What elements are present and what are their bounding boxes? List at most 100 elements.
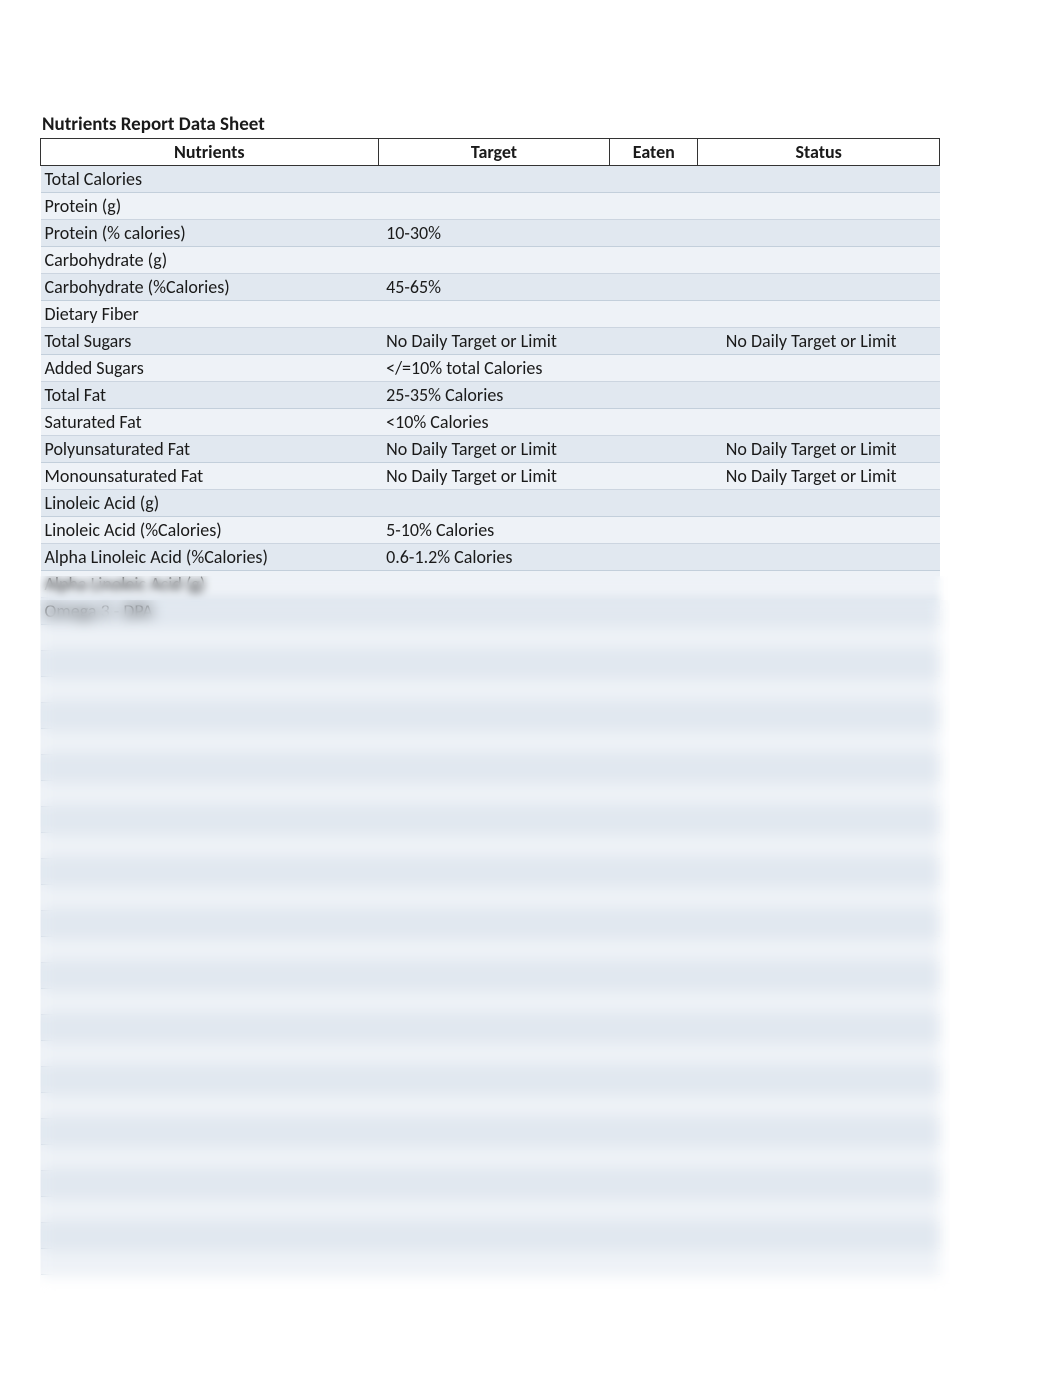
header-status: Status [698, 139, 940, 166]
cell-nutrient [41, 885, 379, 911]
cell-status [698, 1145, 940, 1171]
cell-nutrient [41, 677, 379, 703]
cell-nutrient [41, 1171, 379, 1197]
cell-status [698, 911, 940, 937]
table-row: Polyunsaturated FatNo Daily Target or Li… [41, 436, 940, 463]
cell-nutrient: Total Fat [41, 382, 379, 409]
cell-eaten [610, 781, 698, 807]
cell-target [378, 859, 610, 885]
cell-status [698, 1249, 940, 1275]
cell-status [698, 220, 940, 247]
cell-eaten [610, 729, 698, 755]
header-target: Target [378, 139, 610, 166]
cell-eaten [610, 755, 698, 781]
cell-target [378, 1067, 610, 1093]
cell-target [378, 571, 610, 598]
cell-nutrient: Carbohydrate (%Calories) [41, 274, 379, 301]
cell-target: 5-10% Calories [378, 517, 610, 544]
table-row [41, 1067, 940, 1093]
cell-status [698, 382, 940, 409]
cell-target: No Daily Target or Limit [378, 328, 610, 355]
cell-eaten [610, 1093, 698, 1119]
cell-target [378, 677, 610, 703]
cell-nutrient [41, 911, 379, 937]
cell-eaten [610, 166, 698, 193]
cell-status [698, 409, 940, 436]
cell-eaten [610, 274, 698, 301]
table-row [41, 651, 940, 677]
table-header-row: Nutrients Target Eaten Status [41, 139, 940, 166]
table-row [41, 963, 940, 989]
cell-eaten [610, 651, 698, 677]
cell-status [698, 859, 940, 885]
table-row: Total SugarsNo Daily Target or LimitNo D… [41, 328, 940, 355]
cell-nutrient: Linoleic Acid (%Calories) [41, 517, 379, 544]
table-row [41, 1249, 940, 1275]
table-row: Linoleic Acid (g) [41, 490, 940, 517]
cell-status [698, 598, 940, 625]
cell-eaten [610, 598, 698, 625]
cell-nutrient [41, 833, 379, 859]
cell-target [378, 703, 610, 729]
cell-nutrient: Protein (% calories) [41, 220, 379, 247]
cell-nutrient [41, 755, 379, 781]
cell-status [698, 1197, 940, 1223]
cell-target [378, 651, 610, 677]
cell-status [698, 885, 940, 911]
cell-status [698, 1015, 940, 1041]
cell-status: No Daily Target or Limit [698, 328, 940, 355]
cell-nutrient [41, 859, 379, 885]
cell-eaten [610, 1041, 698, 1067]
table-row [41, 885, 940, 911]
cell-nutrient [41, 1249, 379, 1275]
cell-target: 10-30% [378, 220, 610, 247]
table-row: Monounsaturated FatNo Daily Target or Li… [41, 463, 940, 490]
cell-target [378, 1171, 610, 1197]
cell-eaten [610, 1145, 698, 1171]
cell-target: <10% Calories [378, 409, 610, 436]
table-row [41, 1145, 940, 1171]
table-row: Carbohydrate (%Calories)45-65% [41, 274, 940, 301]
table-row [41, 1015, 940, 1041]
cell-target: </=10% total Calories [378, 355, 610, 382]
cell-nutrient [41, 807, 379, 833]
cell-status [698, 571, 940, 598]
cell-eaten [610, 703, 698, 729]
cell-eaten [610, 1067, 698, 1093]
cell-nutrient: Total Sugars [41, 328, 379, 355]
cell-eaten [610, 463, 698, 490]
cell-nutrient: Monounsaturated Fat [41, 463, 379, 490]
table-row [41, 703, 940, 729]
cell-eaten [610, 301, 698, 328]
table-row [41, 1223, 940, 1249]
cell-status [698, 703, 940, 729]
table-row [41, 1171, 940, 1197]
cell-status [698, 517, 940, 544]
table-row: Added Sugars</=10% total Calories [41, 355, 940, 382]
cell-nutrient [41, 1015, 379, 1041]
cell-eaten [610, 1119, 698, 1145]
cell-status [698, 729, 940, 755]
cell-eaten [610, 677, 698, 703]
cell-status [698, 247, 940, 274]
cell-status [698, 677, 940, 703]
cell-target [378, 807, 610, 833]
cell-nutrient [41, 937, 379, 963]
table-row [41, 833, 940, 859]
cell-target [378, 729, 610, 755]
table-row [41, 937, 940, 963]
cell-nutrient [41, 1041, 379, 1067]
table-row: Protein (% calories)10-30% [41, 220, 940, 247]
table-row: Alpha Linoleic Acid (g) [41, 571, 940, 598]
cell-target [378, 1223, 610, 1249]
cell-status [698, 274, 940, 301]
table-row: Total Fat25-35% Calories [41, 382, 940, 409]
table-row [41, 859, 940, 885]
cell-eaten [610, 1223, 698, 1249]
table-row: Total Calories [41, 166, 940, 193]
header-nutrients: Nutrients [41, 139, 379, 166]
cell-eaten [610, 490, 698, 517]
cell-eaten [610, 220, 698, 247]
cell-target [378, 247, 610, 274]
cell-eaten [610, 807, 698, 833]
